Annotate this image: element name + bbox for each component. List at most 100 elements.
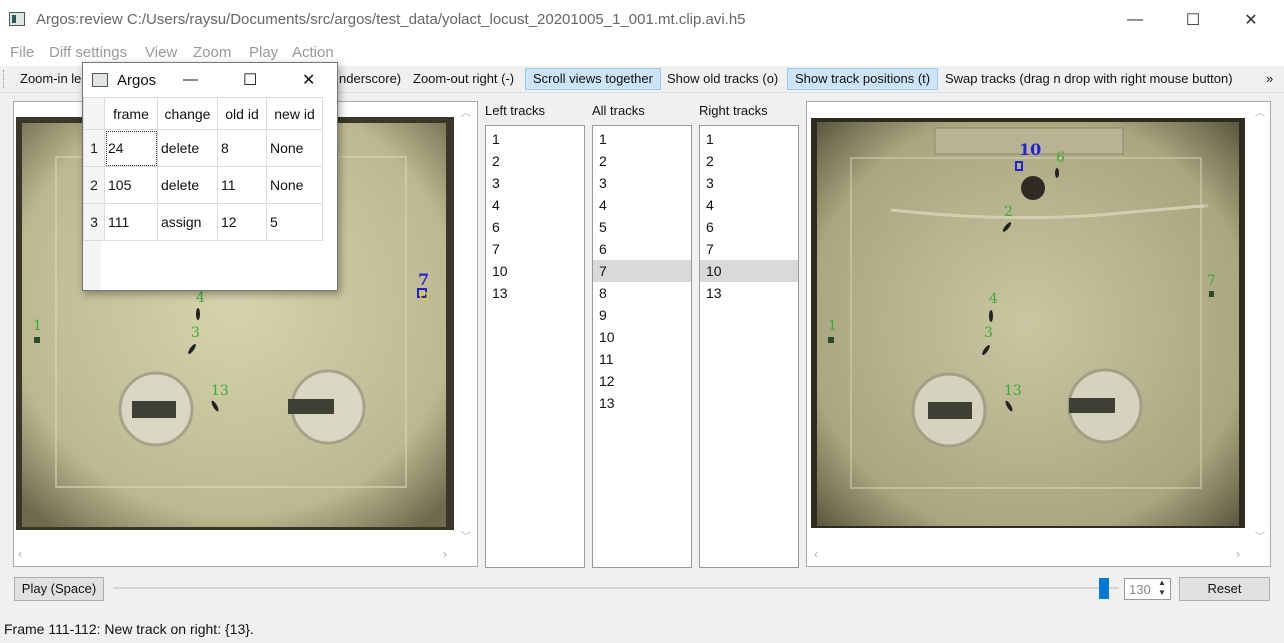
- frame-spinbox-value[interactable]: 130: [1129, 582, 1151, 597]
- list-item[interactable]: 6: [700, 216, 798, 238]
- dialog-minimize-button[interactable]: —: [183, 71, 198, 88]
- cell-old-id[interactable]: 12: [217, 203, 267, 241]
- cell-new-id[interactable]: 5: [266, 203, 323, 241]
- cell-new-id[interactable]: None: [266, 129, 323, 167]
- list-item[interactable]: 3: [593, 172, 691, 194]
- table-row[interactable]: 1 24 delete 8 None: [83, 129, 323, 167]
- right-tracks-list[interactable]: 1 2 3 4 6 7 10 13: [699, 125, 799, 568]
- right-video-view[interactable]: 10 6 2 7 1 4 3 13: [811, 118, 1245, 528]
- zoom-in-left-button[interactable]: Zoom-in le: [13, 69, 88, 89]
- list-item[interactable]: 4: [486, 194, 584, 216]
- list-item-selected[interactable]: 10: [700, 260, 798, 282]
- list-item[interactable]: 11: [593, 348, 691, 370]
- scroll-views-together-toggle[interactable]: Scroll views together: [525, 68, 661, 90]
- minimize-button[interactable]: —: [1106, 0, 1164, 40]
- corner-cell[interactable]: [83, 97, 105, 130]
- left-scroll-right-icon[interactable]: ›: [443, 547, 447, 561]
- cell-frame[interactable]: 24: [104, 129, 158, 167]
- right-scroll-up-icon[interactable]: ︿: [1254, 104, 1266, 119]
- dialog-maximize-button[interactable]: ☐: [243, 70, 257, 90]
- list-item[interactable]: 1: [593, 128, 691, 150]
- list-item[interactable]: 2: [486, 150, 584, 172]
- cell-old-id[interactable]: 11: [217, 166, 267, 204]
- list-item[interactable]: 8: [593, 282, 691, 304]
- list-item[interactable]: 9: [593, 304, 691, 326]
- toolbar-grip[interactable]: [3, 70, 7, 88]
- list-item[interactable]: 4: [593, 194, 691, 216]
- frame-slider-handle[interactable]: [1099, 578, 1110, 599]
- spin-up-icon[interactable]: ▲: [1158, 578, 1166, 587]
- frame-slider-track[interactable]: [113, 587, 1119, 589]
- cell-old-id[interactable]: 8: [217, 129, 267, 167]
- swap-tracks-button[interactable]: Swap tracks (drag n drop with right mous…: [938, 69, 1240, 89]
- table-row[interactable]: 3 111 assign 12 5: [83, 203, 323, 241]
- list-item[interactable]: 3: [700, 172, 798, 194]
- list-item[interactable]: 6: [593, 238, 691, 260]
- list-item[interactable]: 5: [593, 216, 691, 238]
- list-item[interactable]: 7: [486, 238, 584, 260]
- cell-new-id[interactable]: None: [266, 166, 323, 204]
- cell-change[interactable]: delete: [157, 166, 218, 204]
- list-item[interactable]: 1: [700, 128, 798, 150]
- list-item[interactable]: 12: [593, 370, 691, 392]
- list-item[interactable]: 13: [700, 282, 798, 304]
- maximize-button[interactable]: ☐: [1164, 0, 1222, 40]
- spin-down-icon[interactable]: ▼: [1158, 588, 1166, 597]
- cell-frame[interactable]: 111: [104, 203, 158, 241]
- toolbar-overflow-icon[interactable]: »: [1262, 69, 1277, 89]
- cell-frame[interactable]: 105: [104, 166, 158, 204]
- zoom-out-left-button[interactable]: nderscore): [332, 69, 408, 89]
- diff-table[interactable]: frame change old id new id 1 24 delete 8…: [83, 97, 323, 241]
- right-scroll-left-icon[interactable]: ‹: [814, 547, 818, 561]
- close-button[interactable]: ✕: [1222, 0, 1280, 40]
- track-label: 4: [989, 291, 998, 307]
- column-header-new-id[interactable]: new id: [266, 97, 323, 130]
- menu-play[interactable]: Play: [249, 44, 278, 61]
- play-button[interactable]: Play (Space): [14, 577, 104, 601]
- dialog-title: Argos: [117, 72, 157, 89]
- list-item[interactable]: 13: [486, 282, 584, 304]
- list-item[interactable]: 2: [700, 150, 798, 172]
- all-tracks-list[interactable]: 1 2 3 4 5 6 7 8 9 10 11 12 13: [592, 125, 692, 568]
- list-item[interactable]: 3: [486, 172, 584, 194]
- dialog-close-button[interactable]: ✕: [302, 70, 315, 90]
- right-scroll-down-icon[interactable]: ﹀: [1254, 528, 1266, 543]
- table-header-row: frame change old id new id: [83, 97, 323, 130]
- row-header[interactable]: 3: [83, 203, 105, 241]
- left-scroll-left-icon[interactable]: ‹: [18, 547, 22, 561]
- list-item[interactable]: 10: [486, 260, 584, 282]
- left-scroll-down-icon[interactable]: ﹀: [460, 528, 472, 543]
- menu-diff-settings[interactable]: Diff settings: [49, 44, 127, 61]
- list-item[interactable]: 10: [593, 326, 691, 348]
- column-header-old-id[interactable]: old id: [217, 97, 267, 130]
- cell-change[interactable]: assign: [157, 203, 218, 241]
- menu-file[interactable]: File: [10, 44, 34, 61]
- column-header-frame[interactable]: frame: [104, 97, 158, 130]
- list-item[interactable]: 2: [593, 150, 691, 172]
- status-text: Frame 111-112: New track on right: {13}.: [4, 621, 254, 637]
- cell-change[interactable]: delete: [157, 129, 218, 167]
- left-tracks-list[interactable]: 1 2 3 4 6 7 10 13: [485, 125, 585, 568]
- menu-view[interactable]: View: [145, 44, 177, 61]
- right-scroll-right-icon[interactable]: ›: [1236, 547, 1240, 561]
- left-scroll-up-icon[interactable]: ︿: [460, 104, 472, 119]
- row-header-filler: [83, 241, 101, 290]
- all-tracks-label: All tracks: [592, 103, 645, 118]
- list-item[interactable]: 4: [700, 194, 798, 216]
- list-item[interactable]: 13: [593, 392, 691, 414]
- list-item[interactable]: 1: [486, 128, 584, 150]
- list-item[interactable]: 7: [700, 238, 798, 260]
- list-item[interactable]: 6: [486, 216, 584, 238]
- show-track-positions-toggle[interactable]: Show track positions (t): [787, 68, 939, 90]
- row-header[interactable]: 1: [83, 129, 105, 167]
- menu-zoom[interactable]: Zoom: [193, 44, 231, 61]
- frame-spinbox[interactable]: 130 ▲ ▼: [1124, 578, 1171, 600]
- column-header-change[interactable]: change: [157, 97, 218, 130]
- zoom-out-right-button[interactable]: Zoom-out right (-): [406, 69, 521, 89]
- menu-action[interactable]: Action: [292, 44, 334, 61]
- reset-button[interactable]: Reset: [1179, 577, 1270, 601]
- show-old-tracks-toggle[interactable]: Show old tracks (o): [660, 69, 785, 89]
- table-row[interactable]: 2 105 delete 11 None: [83, 166, 323, 204]
- row-header[interactable]: 2: [83, 166, 105, 204]
- list-item-selected[interactable]: 7: [593, 260, 691, 282]
